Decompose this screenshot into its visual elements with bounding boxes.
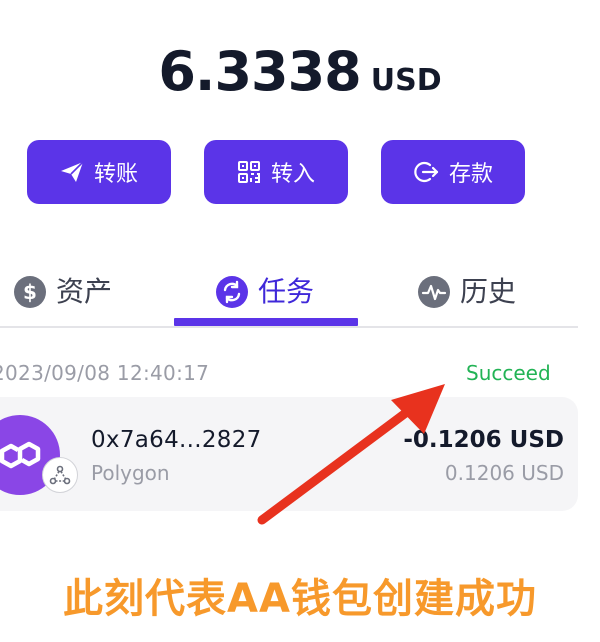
- annotation-arrow: [257, 384, 445, 525]
- annotation-caption: 此刻代表AA钱包创建成功: [63, 576, 537, 622]
